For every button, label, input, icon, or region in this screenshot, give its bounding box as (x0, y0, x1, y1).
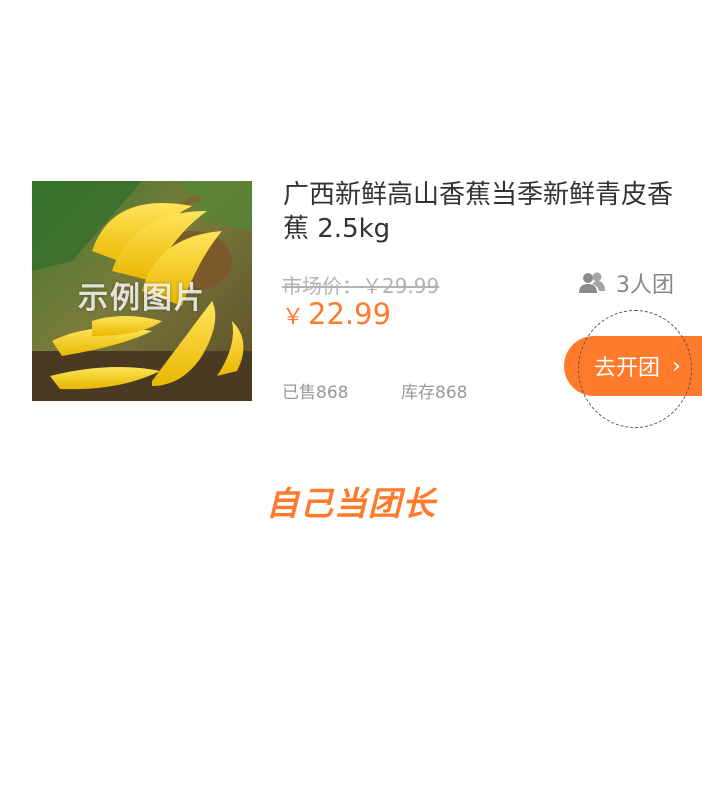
open-group-button[interactable]: 去开团 › (564, 336, 702, 396)
image-watermark: 示例图片 (78, 281, 206, 316)
market-price: 市场价：￥29.99 (282, 274, 440, 298)
currency-symbol: ￥ (282, 305, 305, 330)
self-leader-link[interactable]: 自己当团长 (0, 477, 702, 525)
sale-price: ￥ 22.99 (282, 297, 391, 331)
price-amount: 22.99 (308, 297, 392, 331)
group-buy-page: 示例图片 广西新鲜高山香蕉当季新鲜青皮香蕉 2.5kg 市场价：￥29.99 3… (0, 0, 702, 790)
group-size-label: 3人团 (616, 273, 674, 298)
product-title[interactable]: 广西新鲜高山香蕉当季新鲜青皮香蕉 2.5kg (283, 178, 683, 246)
group-size: 3人团 (578, 267, 674, 299)
sold-count: 已售868 (282, 383, 349, 403)
product-image[interactable]: 示例图片 (32, 181, 252, 401)
stock-count: 库存868 (401, 383, 468, 403)
open-group-label: 去开团 (594, 356, 661, 381)
chevron-right-icon: › (672, 353, 681, 379)
people-icon (579, 272, 605, 293)
